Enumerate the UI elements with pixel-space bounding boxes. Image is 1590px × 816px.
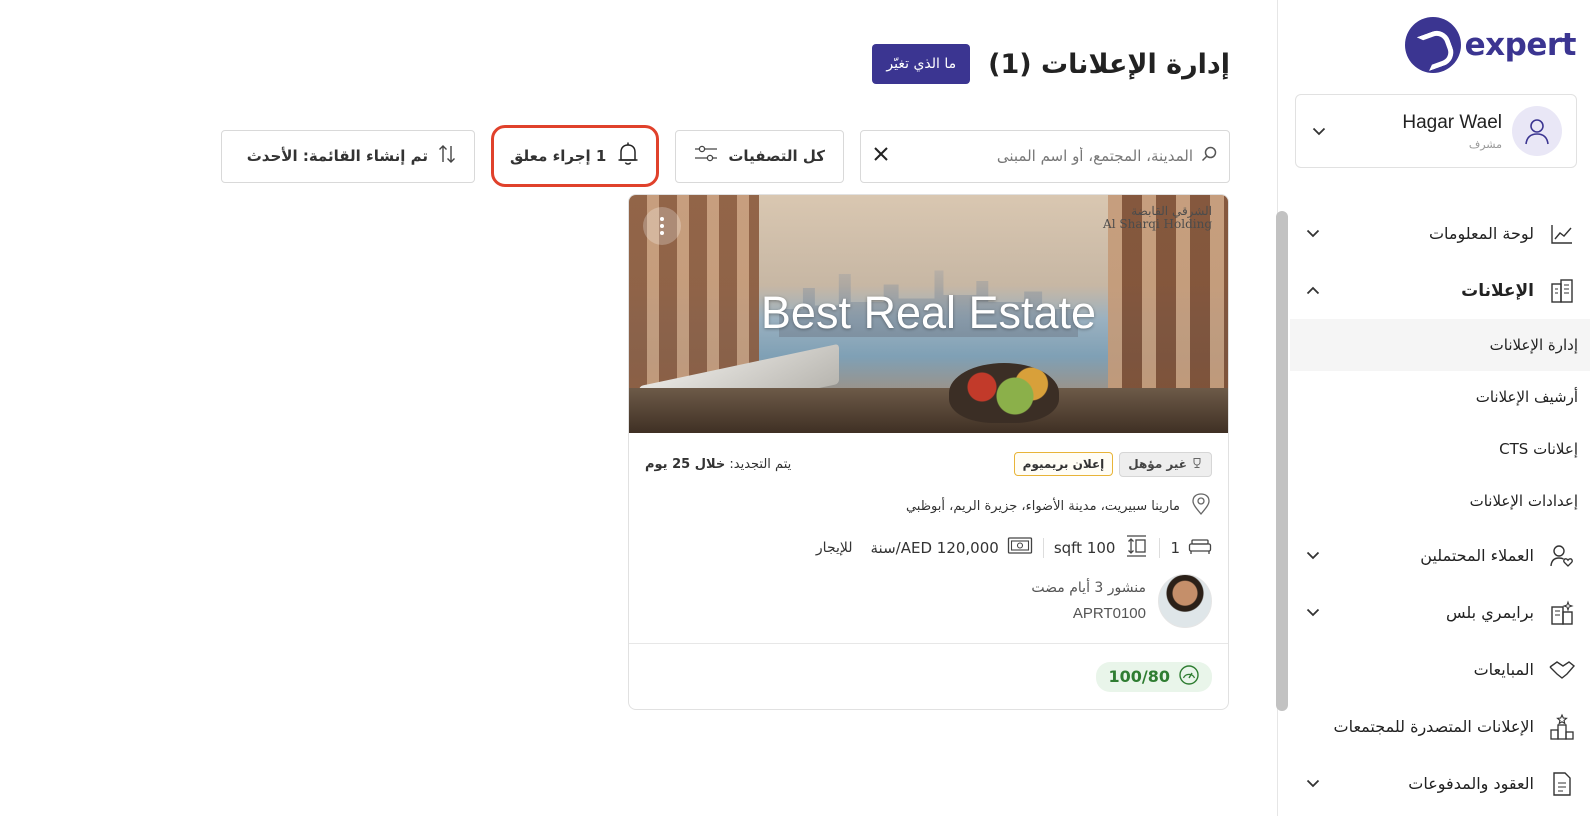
buildings-icon [1548, 277, 1576, 305]
listing-overlay-title: Best Real Estate [760, 287, 1097, 338]
sidebar-subitem-manage-listings[interactable]: إدارة الإعلانات [1290, 319, 1590, 371]
purpose-label: للإيجار [815, 540, 853, 556]
bed-icon [1188, 537, 1212, 559]
clear-search-icon[interactable] [873, 146, 889, 166]
sidebar-item-primary-plus[interactable]: برايمري بلس [1290, 584, 1590, 641]
listing-photo[interactable]: الشرقي القابضة Al Sharqi Holding Best Re… [629, 195, 1228, 433]
premium-badge: إعلان بريميوم [1013, 452, 1114, 476]
sidebar-item-listings[interactable]: الإعلانات [1290, 262, 1590, 319]
size-fact: sqft 100 [1054, 533, 1150, 563]
user-avatar-icon [1512, 106, 1562, 156]
sidebar-item-deals[interactable]: المبايعات [1290, 641, 1590, 698]
listing-location: مارينا سبيريت، مدينة الأضواء، جزيرة الري… [645, 491, 1212, 521]
handshake-icon [1548, 656, 1576, 684]
price-fact: AED 120,000/سنة [871, 536, 1033, 560]
listing-facts: 1 sqft 100 AED 120,000/سنة للإيجار [645, 533, 1212, 563]
bedrooms-fact: 1 [1170, 537, 1212, 559]
sort-button[interactable]: تم إنشاء القائمة: الأحدث [220, 129, 475, 183]
area-icon [1123, 533, 1149, 563]
sidebar-item-leads[interactable]: العملاء المحتملين [1290, 527, 1590, 584]
cash-icon [1007, 536, 1033, 560]
sidebar-subitem-archive[interactable]: أرشيف الإعلانات [1290, 371, 1590, 423]
search-icon [1201, 146, 1217, 166]
whats-new-button[interactable]: ما الذي تغيّر [872, 44, 971, 84]
more-options-icon[interactable] [643, 207, 681, 245]
sidebar-nav: لوحة المعلومات الإعلانات إدارة الإعلانات… [1290, 205, 1590, 812]
app-root: إدارة الإعلانات (1) ما الذي تغيّر كل الت… [0, 0, 1590, 816]
filters-label: كل التصفيات [728, 147, 825, 165]
search-box [860, 129, 1230, 183]
podium-star-icon [1548, 713, 1576, 741]
page-header: إدارة الإعلانات (1) ما الذي تغيّر [872, 44, 1230, 84]
agent-avatar[interactable] [1158, 574, 1212, 628]
quality-score-badge[interactable]: 100/80 [1096, 661, 1212, 692]
listing-card[interactable]: الشرقي القابضة Al Sharqi Holding Best Re… [628, 194, 1229, 710]
sidebar: expert Hagar Wael مشرف لوحة المعلومات ال… [1276, 0, 1590, 816]
pending-label: 1 إجراء معلق [509, 147, 607, 165]
chevron-down-icon[interactable] [1310, 122, 1328, 140]
main-content: إدارة الإعلانات (1) ما الذي تغيّر كل الت… [0, 0, 1277, 816]
sidebar-subitem-settings[interactable]: إعدادات الإعلانات [1290, 475, 1590, 527]
logo-mark-icon [1404, 17, 1461, 73]
gauge-icon [1178, 664, 1200, 690]
chevron-down-icon [1304, 775, 1322, 793]
published-time: منشور 3 أيام مضت [1031, 580, 1146, 596]
all-filters-button[interactable]: كل التصفيات [675, 129, 844, 183]
sidebar-item-top-communities[interactable]: الإعلانات المتصدرة للمجتمعات [1290, 698, 1590, 755]
sort-label: تم إنشاء القائمة: الأحدث [246, 147, 428, 165]
trophy-icon [1191, 457, 1203, 472]
sidebar-scrollbar[interactable] [1276, 209, 1290, 711]
location-pin-icon [1190, 492, 1212, 520]
user-menu[interactable]: Hagar Wael مشرف [1295, 94, 1577, 168]
sidebar-item-dashboard[interactable]: لوحة المعلومات [1290, 205, 1590, 262]
developer-watermark: الشرقي القابضة Al Sharqi Holding [1103, 204, 1212, 231]
user-name: Hagar Wael [1402, 111, 1502, 133]
document-icon [1548, 770, 1576, 798]
sort-arrows-icon [438, 144, 456, 168]
listing-badges: غير مؤهل إعلان بريميوم [1013, 451, 1212, 477]
user-role: مشرف [1468, 137, 1502, 151]
listing-details: غير مؤهل إعلان بريميوم يتم التجديد: خلال… [629, 433, 1228, 629]
search-input[interactable] [897, 147, 1193, 165]
page-title: إدارة الإعلانات (1) [988, 48, 1230, 80]
bell-icon [616, 141, 640, 171]
chevron-down-icon [1304, 604, 1322, 622]
chevron-down-icon [1304, 547, 1322, 565]
renewal-info: يتم التجديد: خلال 25 يوم [645, 456, 792, 472]
not-eligible-badge: غير مؤهل [1119, 451, 1212, 477]
chevron-up-icon [1304, 282, 1322, 300]
sliders-icon [694, 145, 718, 167]
user-heart-icon [1548, 542, 1576, 570]
sidebar-scroll-thumb[interactable] [1276, 211, 1288, 711]
building-sparkle-icon [1548, 599, 1576, 627]
pending-actions-button[interactable]: 1 إجراء معلق [490, 125, 660, 187]
sidebar-item-contracts[interactable]: العقود والمدفوعات [1290, 755, 1590, 812]
chevron-down-icon [1304, 225, 1322, 243]
expert-logo[interactable]: expert [1404, 16, 1577, 74]
listings-toolbar: كل التصفيات 1 إجراء معلق تم إنشاء القائم… [220, 125, 1230, 187]
line-chart-icon [1548, 220, 1576, 248]
sidebar-subitem-cts[interactable]: إعلانات CTS [1290, 423, 1590, 475]
listing-footer: 100/80 [629, 643, 1228, 709]
agent-info: منشور 3 أيام مضت APRT0100 [645, 573, 1212, 629]
listing-reference: APRT0100 [1072, 605, 1146, 622]
